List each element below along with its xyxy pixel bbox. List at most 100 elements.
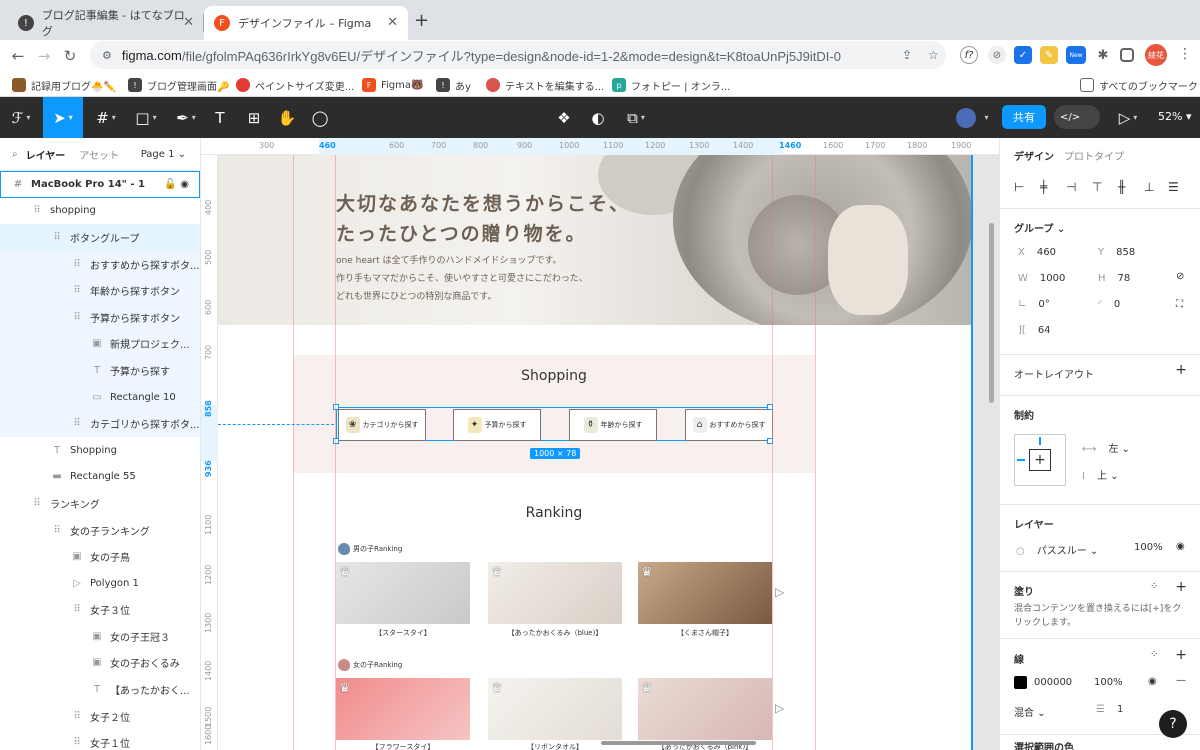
layer-row[interactable]: ⠿ 女子１位 xyxy=(0,729,200,750)
layer-row[interactable]: ⠿ 女子２位 xyxy=(0,703,200,730)
align-center-v-icon[interactable]: ╫ xyxy=(1118,180,1125,194)
hand-tool-button[interactable]: ✋ xyxy=(274,97,300,138)
site-info-icon[interactable]: ⚙ xyxy=(102,49,112,62)
x-field[interactable]: X 460 xyxy=(1018,247,1056,258)
spacing-field[interactable]: ][64 xyxy=(1018,325,1051,336)
vertical-constraint-dropdown[interactable]: I上 ⌄ xyxy=(1082,467,1119,482)
extension-note-icon[interactable]: ✎ xyxy=(1040,46,1058,64)
bookmark-star-icon[interactable]: ☆ xyxy=(928,48,939,62)
back-arrow-icon[interactable]: ← xyxy=(6,44,30,68)
pen-tool-button[interactable]: ✒ ▾ xyxy=(168,97,204,138)
layer-row[interactable]: ▣ 女の子おくるみ xyxy=(0,650,200,677)
text-tool-button[interactable]: T xyxy=(208,97,232,138)
frame-macbook-pro[interactable]: 大切なあなたを想うからこそ、 たったひとつの贈り物を。 one heart は全… xyxy=(218,155,972,750)
forward-arrow-icon[interactable]: → xyxy=(32,44,56,68)
girls-ranking-label[interactable]: 女の子Ranking xyxy=(338,659,402,671)
independent-corners-icon[interactable]: ⛶ xyxy=(1176,299,1183,310)
boolean-button[interactable]: ⧉ ▾ xyxy=(618,97,654,138)
browser-tab-figma[interactable]: F デザインファイル – Figma ✕ xyxy=(204,6,408,40)
horizontal-constraint-dropdown[interactable]: ⟷ 左 ⌄ xyxy=(1082,440,1130,455)
present-button[interactable]: ▷ ▾ xyxy=(1114,97,1142,138)
search-icon[interactable]: ⌕ xyxy=(12,149,18,160)
stroke-color-field[interactable]: 000000 xyxy=(1034,677,1072,688)
recommend-search-button[interactable]: ⌂ おすすめから探す xyxy=(685,409,773,441)
group-label[interactable]: グループ ⌄ xyxy=(1014,220,1065,235)
align-top-icon[interactable]: ⊤ xyxy=(1092,180,1102,194)
resize-handle[interactable] xyxy=(333,438,339,444)
product-blanket-pink[interactable]: ♛ xyxy=(638,678,772,740)
product-ribbon-towel[interactable]: ♛ xyxy=(488,678,622,740)
product-bear-hat[interactable]: ♛ xyxy=(638,562,772,624)
add-fill-icon[interactable]: + xyxy=(1175,579,1187,595)
extensions-puzzle-icon[interactable]: ✱ xyxy=(1094,46,1112,64)
stroke-color-swatch[interactable] xyxy=(1014,676,1027,689)
compass-extension-icon[interactable]: ⊘ xyxy=(988,46,1006,64)
shape-tool-button[interactable]: □ ▾ xyxy=(128,97,164,138)
tab-layers[interactable]: レイヤー xyxy=(26,147,66,162)
blend-mode-dropdown[interactable]: ○ パススルー ⌄ xyxy=(1016,542,1098,557)
rotation-field[interactable]: ∟ 0° xyxy=(1018,299,1050,310)
layer-row[interactable]: T Shopping xyxy=(0,437,200,464)
lock-visibility-icons[interactable]: 🔓 ◉ xyxy=(164,179,189,190)
extension-new-icon[interactable]: New xyxy=(1066,46,1086,64)
vertical-scrollbar[interactable] xyxy=(989,223,994,403)
comment-tool-button[interactable]: ◯ xyxy=(306,97,334,138)
mask-button[interactable]: ◐ xyxy=(584,97,612,138)
remove-stroke-icon[interactable]: — xyxy=(1176,675,1186,686)
next-arrow-icon[interactable]: ▷ xyxy=(775,585,784,599)
bookmark-item[interactable]: F Figma🐻 xyxy=(362,76,423,94)
eye-icon[interactable]: ◉ xyxy=(1176,541,1185,552)
shopping-title[interactable]: Shopping xyxy=(293,368,815,384)
page-dropdown[interactable]: Page 1 ⌄ xyxy=(141,149,186,160)
share-page-icon[interactable]: ⇪ xyxy=(902,48,912,62)
align-left-icon[interactable]: ⊢ xyxy=(1014,180,1024,194)
zoom-dropdown[interactable]: 52% ▾ xyxy=(1158,110,1191,123)
bookmark-item[interactable]: ! ブログ管理画面🔑 xyxy=(128,76,229,94)
dev-mode-toggle[interactable]: </> xyxy=(1054,105,1100,129)
layer-opacity-field[interactable]: 100% xyxy=(1134,542,1163,553)
design-canvas[interactable]: 大切なあなたを想うからこそ、 たったひとつの贈り物を。 one heart は全… xyxy=(201,138,999,750)
align-bottom-icon[interactable]: ⊥ xyxy=(1144,180,1154,194)
user-menu-caret[interactable]: ▾ xyxy=(978,97,992,138)
layer-row[interactable]: ⠿ 予算から探すボタン xyxy=(0,303,200,331)
layer-row[interactable]: T 予算から探す xyxy=(0,357,200,384)
w-field[interactable]: W 1000 xyxy=(1018,273,1065,284)
share-button[interactable]: 共有 xyxy=(1002,105,1046,129)
add-stroke-icon[interactable]: + xyxy=(1175,647,1187,663)
url-input[interactable]: ⚙ figma.com/file/gfolmPAq636rIrkYg8v6EU/… xyxy=(90,41,946,69)
product-flower-bib[interactable]: ♛ xyxy=(336,678,470,740)
layer-row[interactable]: ▣ 新規プロジェク... xyxy=(0,330,200,358)
main-menu-button[interactable]: ℱ ▾ xyxy=(0,97,42,138)
style-grid-icon[interactable]: ⁘ xyxy=(1150,649,1158,660)
frame-tool-button[interactable]: # ▾ xyxy=(88,97,124,138)
align-right-icon[interactable]: ⊣ xyxy=(1066,180,1076,194)
hero-image[interactable]: 大切なあなたを想うからこそ、 たったひとつの贈り物を。 one heart は全… xyxy=(218,155,972,325)
layer-row[interactable]: ▣ 女の子王冠３ xyxy=(0,623,200,650)
formula-extension-icon[interactable]: f? xyxy=(960,46,978,64)
constrain-proportions-icon[interactable]: ⊘ xyxy=(1176,271,1184,282)
radius-field[interactable]: ◜ 0 xyxy=(1098,299,1120,310)
add-autolayout-icon[interactable]: + xyxy=(1175,362,1187,378)
more-menu-icon[interactable]: ⋮ xyxy=(1178,46,1192,62)
bookmark-item[interactable]: 記録用ブログ🐣✏️ xyxy=(12,76,116,94)
eye-icon[interactable]: ◉ xyxy=(1148,676,1157,687)
distribute-icon[interactable]: ☰ xyxy=(1168,180,1179,194)
layer-row[interactable]: ⠿ カテゴリから探すボタ... xyxy=(0,410,200,437)
horizontal-scrollbar[interactable] xyxy=(601,741,756,745)
product-star-bib[interactable]: ♛ xyxy=(336,562,470,624)
layer-row[interactable]: ▬ Rectangle 55 xyxy=(0,464,200,491)
h-field[interactable]: H 78 xyxy=(1098,273,1130,284)
extension-blue-icon[interactable]: ✓ xyxy=(1014,46,1032,64)
category-search-button[interactable]: ❀ カテゴリから探す xyxy=(338,409,426,441)
stroke-position-dropdown[interactable]: 混合 ⌄ xyxy=(1014,704,1046,719)
bookmark-item[interactable]: p フォトピー | オンラ... xyxy=(612,76,730,94)
budget-search-button[interactable]: ✦ 予算から探す xyxy=(453,409,541,441)
layer-row[interactable]: ▷ Polygon 1 xyxy=(0,570,200,597)
layer-row[interactable]: T 【あったかおく... xyxy=(0,676,200,703)
align-center-h-icon[interactable]: ╪ xyxy=(1040,180,1047,194)
layer-row[interactable]: ▭ Rectangle 10 xyxy=(0,383,200,411)
bookmark-item[interactable]: ! あy xyxy=(436,76,471,94)
reload-icon[interactable]: ↻ xyxy=(58,44,82,68)
browser-tab-hatena[interactable]: ! ブログ記事編集 - はてなブログ ✕ xyxy=(8,6,204,40)
layer-row[interactable]: ⠿ おすすめから探すボタ... xyxy=(0,250,200,278)
